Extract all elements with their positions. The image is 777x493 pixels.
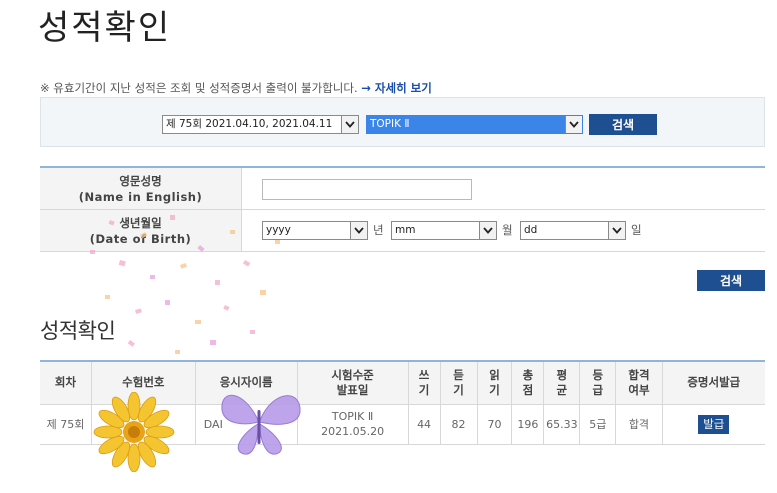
results-title: 성적확인 xyxy=(40,319,116,343)
cell-reading: 70 xyxy=(477,404,513,445)
cell-average: 65.33 xyxy=(543,404,581,445)
issue-certificate-button[interactable]: 발급 xyxy=(698,414,730,434)
exam-round-select[interactable]: 제 75회 2021.04.10, 2021.04.11 xyxy=(162,115,359,134)
dob-row: 생년월일 (Date of Birth) yyyy 년 mm 월 dd 일 xyxy=(40,210,765,252)
table-row: 제 75회 DAI TOPIK Ⅱ 2021.05.20 44 82 70 196… xyxy=(40,404,765,445)
month-unit: 월 xyxy=(502,223,513,237)
cell-pass: 합격 xyxy=(615,404,663,445)
chevron-down-icon xyxy=(565,116,582,133)
english-name-input[interactable] xyxy=(262,179,472,200)
col-grade-1: 등 xyxy=(592,367,604,382)
name-row: 영문성명 (Name in English) xyxy=(40,168,765,210)
col-level: 시험수준 발표일 xyxy=(297,361,409,405)
exam-round-value: 제 75회 2021.04.10, 2021.04.11 xyxy=(166,118,333,130)
exam-level-select[interactable]: TOPIK Ⅱ xyxy=(366,115,583,134)
col-reading-2: 기 xyxy=(489,382,500,397)
col-total: 총점 xyxy=(511,361,545,405)
chevron-down-icon xyxy=(608,222,625,239)
cell-certificate: 발급 xyxy=(662,404,765,445)
col-level-line1: 시험수준 xyxy=(331,367,374,382)
exam-search-button[interactable]: 검색 xyxy=(589,114,657,135)
col-average: 평균 xyxy=(543,361,581,405)
results-table: 회차 수험번호 응시자이름 시험수준 발표일 쓰기 듣기 읽기 총점 평균 등급 … xyxy=(40,360,765,445)
col-exam-number: 수험번호 xyxy=(91,361,196,405)
cell-grade: 5급 xyxy=(579,404,617,445)
name-label: 영문성명 (Name in English) xyxy=(40,168,242,209)
col-grade-2: 급 xyxy=(592,382,604,397)
col-pass-1: 합격 xyxy=(628,367,650,382)
col-listening: 듣기 xyxy=(440,361,478,405)
exam-select-box: 제 75회 2021.04.10, 2021.04.11 TOPIK Ⅱ 검색 xyxy=(40,97,765,147)
cell-level: TOPIK Ⅱ 2021.05.20 xyxy=(297,404,409,445)
page-title: 성적확인 xyxy=(38,8,172,48)
col-level-line2: 발표일 xyxy=(336,382,369,397)
col-total-2: 점 xyxy=(522,382,534,397)
col-writing-1: 쓰 xyxy=(418,367,430,382)
col-grade: 등급 xyxy=(579,361,617,405)
chevron-down-icon xyxy=(350,222,367,239)
cell-level-name: TOPIK Ⅱ xyxy=(331,410,374,423)
col-listening-2: 기 xyxy=(453,382,464,397)
year-select[interactable]: yyyy xyxy=(262,221,368,240)
col-total-1: 총 xyxy=(522,367,534,382)
col-listening-1: 듣 xyxy=(453,367,464,382)
form-search-button[interactable]: 검색 xyxy=(697,270,765,291)
notice-text: ※ 유효기간이 지난 성적은 조회 및 성적증명서 출력이 불가합니다. xyxy=(40,81,358,95)
year-unit: 년 xyxy=(373,223,384,237)
col-average-2: 균 xyxy=(556,382,568,397)
day-select[interactable]: dd xyxy=(520,221,626,240)
validity-notice: ※ 유효기간이 지난 성적은 조회 및 성적증명서 출력이 불가합니다. → 자… xyxy=(40,80,432,96)
col-pass-2: 여부 xyxy=(628,382,650,397)
day-unit: 일 xyxy=(631,223,642,237)
dob-label-ko: 생년월일 xyxy=(119,215,162,230)
cell-name: DAI xyxy=(195,404,298,445)
month-select[interactable]: mm xyxy=(391,221,497,240)
col-reading-1: 읽 xyxy=(489,367,500,382)
chevron-down-icon xyxy=(341,116,358,133)
col-name: 응시자이름 xyxy=(195,361,298,405)
dob-label: 생년월일 (Date of Birth) xyxy=(40,210,242,251)
details-link[interactable]: → 자세히 보기 xyxy=(361,81,432,95)
col-average-1: 평 xyxy=(556,367,568,382)
col-pass: 합격 여부 xyxy=(615,361,663,405)
col-certificate: 증명서발급 xyxy=(662,361,765,405)
dob-label-en: (Date of Birth) xyxy=(89,231,192,246)
name-label-en: (Name in English) xyxy=(78,189,203,204)
month-value: mm xyxy=(395,224,416,236)
col-writing: 쓰기 xyxy=(408,361,441,405)
col-reading: 읽기 xyxy=(477,361,513,405)
col-round: 회차 xyxy=(40,361,92,405)
cell-listening: 82 xyxy=(440,404,478,445)
year-value: yyyy xyxy=(266,224,291,236)
cell-announce-date: 2021.05.20 xyxy=(321,425,385,438)
day-value: dd xyxy=(524,224,538,236)
exam-level-value: TOPIK Ⅱ xyxy=(370,118,410,130)
cell-total: 196 xyxy=(511,404,545,445)
chevron-down-icon xyxy=(479,222,496,239)
name-label-ko: 영문성명 xyxy=(119,173,162,188)
cell-round: 제 75회 xyxy=(40,404,92,445)
col-writing-2: 기 xyxy=(418,382,430,397)
cell-writing: 44 xyxy=(408,404,441,445)
results-header-row: 회차 수험번호 응시자이름 시험수준 발표일 쓰기 듣기 읽기 총점 평균 등급 … xyxy=(40,361,765,405)
cell-exam-number xyxy=(91,404,196,445)
applicant-form: 영문성명 (Name in English) 생년월일 (Date of Bir… xyxy=(40,166,765,252)
